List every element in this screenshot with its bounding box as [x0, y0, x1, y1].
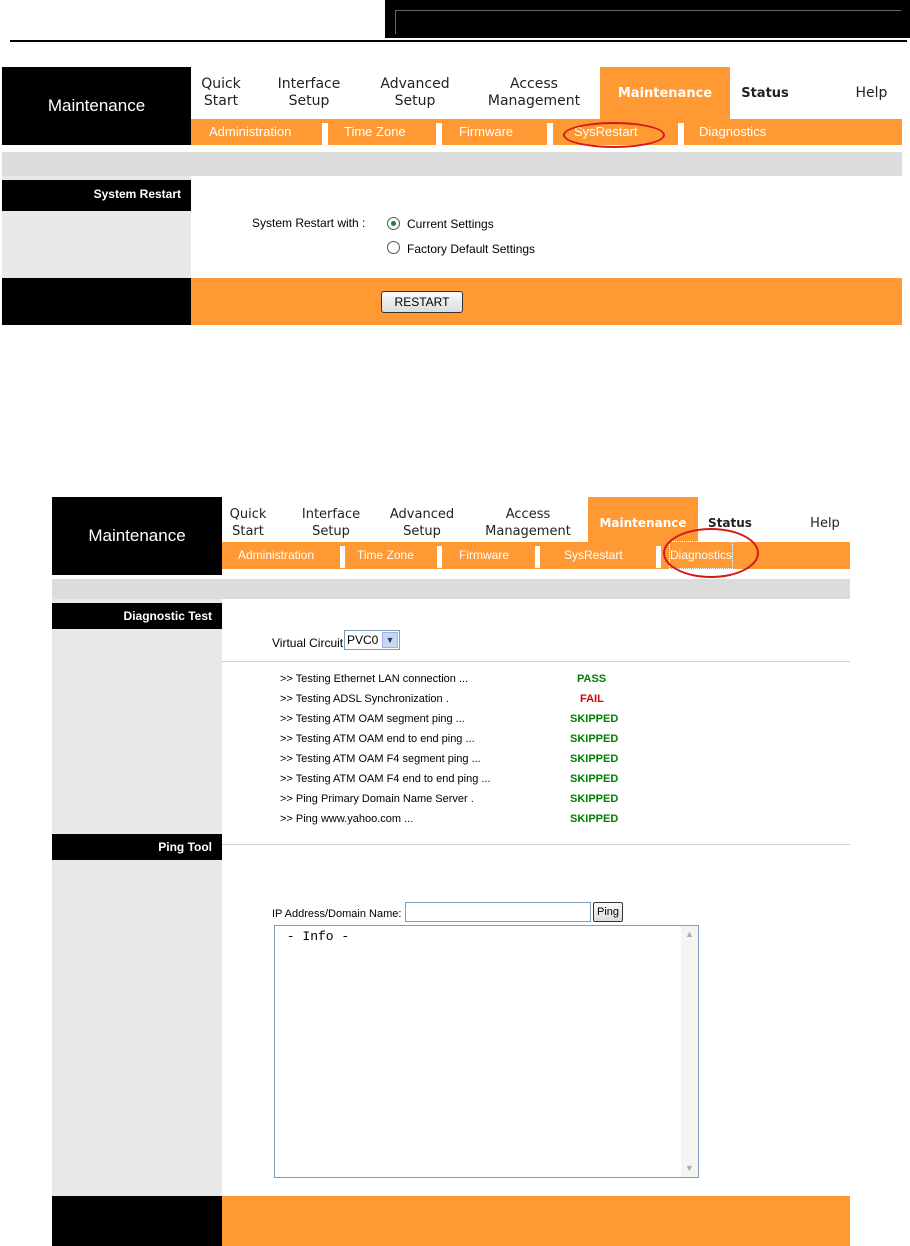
virtual-circuit-value: PVC0	[347, 633, 379, 647]
test-name: >> Testing Ethernet LAN connection ...	[280, 673, 469, 685]
subnav-diagnostics[interactable]: Diagnostics	[699, 119, 766, 145]
test-name: >> Ping www.yahoo.com ...	[280, 813, 414, 825]
nav-interface-setup[interactable]: Interface Setup	[269, 67, 349, 119]
subnav-time-zone[interactable]: Time Zone	[344, 119, 406, 145]
test-result: SKIPPED	[570, 793, 619, 805]
divider	[222, 661, 850, 662]
test-result: SKIPPED	[570, 813, 619, 825]
nav-help[interactable]: Help	[841, 67, 902, 119]
test-result: FAIL	[580, 693, 604, 705]
option-current-settings: Current Settings	[407, 217, 494, 231]
main-nav: Quick Start Interface Setup Advanced Setup …	[191, 67, 902, 119]
virtual-circuit-select[interactable]: PVC0 ▼	[344, 630, 400, 650]
divider	[222, 844, 850, 845]
brand-title: Maintenance	[52, 497, 222, 575]
nav-label: Interface	[277, 76, 341, 92]
subnav-separator	[322, 123, 328, 145]
highlight-circle	[663, 528, 759, 578]
nav-label: Management	[485, 524, 571, 539]
restart-with-label: System Restart with :	[252, 216, 366, 230]
scroll-down-icon[interactable]: ▼	[681, 1160, 698, 1177]
footer-right	[191, 278, 902, 325]
ping-info-textarea[interactable]: - Info - ▲ ▼	[274, 925, 699, 1178]
nav-label: Quick	[201, 76, 241, 92]
ping-button[interactable]: Ping	[593, 902, 623, 922]
restart-screen: Maintenance Quick Start Interface Setup Ad…	[2, 67, 902, 325]
test-result: SKIPPED	[570, 753, 619, 765]
subnav-administration[interactable]: Administration	[209, 119, 291, 145]
nav-advanced-setup[interactable]: Advanced Setup	[369, 67, 461, 119]
scroll-up-icon[interactable]: ▲	[681, 926, 698, 943]
info-text: - Info -	[279, 929, 350, 944]
test-result: SKIPPED	[570, 713, 619, 725]
section-label-diagnostic-test: Diagnostic Test	[52, 603, 222, 629]
nav-label: Advanced	[389, 507, 455, 522]
radio-current-settings[interactable]	[387, 217, 400, 230]
section-label-ping-tool: Ping Tool	[52, 834, 222, 860]
radio-selected-dot	[391, 221, 396, 226]
test-name: >> Testing ATM OAM end to end ping ...	[280, 733, 475, 745]
nav-label: Interface	[301, 507, 361, 522]
subnav-separator	[678, 123, 684, 145]
footer-left	[52, 1196, 222, 1246]
subnav-firmware[interactable]: Firmware	[459, 119, 513, 145]
test-result: PASS	[577, 673, 607, 685]
scrollbar[interactable]: ▲ ▼	[681, 926, 698, 1177]
chevron-down-icon[interactable]: ▼	[382, 632, 398, 648]
document-header-rule	[10, 40, 907, 42]
option-factory-default: Factory Default Settings	[407, 242, 536, 256]
diagnostics-screen: Maintenance Quick Start Interface Setup Ad…	[52, 497, 850, 1246]
test-result: SKIPPED	[570, 773, 619, 785]
nav-label: Management	[487, 93, 581, 109]
subnav-separator	[535, 546, 540, 568]
subnav-separator	[437, 546, 442, 568]
nav-maintenance[interactable]: Maintenance	[600, 67, 730, 119]
subnav-separator	[656, 546, 661, 568]
gray-strip	[2, 152, 902, 176]
subnav-administration[interactable]: Administration	[238, 542, 314, 568]
document-header-bar	[385, 0, 910, 38]
nav-label: Advanced	[380, 76, 450, 92]
test-name: >> Testing ATM OAM segment ping ...	[280, 713, 465, 725]
nav-label: Quick	[229, 507, 267, 522]
brand-title: Maintenance	[2, 67, 191, 145]
section-label-system-restart: System Restart	[2, 180, 191, 211]
nav-label: Start	[203, 93, 239, 109]
test-name: >> Testing ATM OAM F4 segment ping ...	[280, 753, 481, 765]
gray-strip	[52, 579, 850, 599]
subnav-separator	[340, 546, 345, 568]
nav-label: Access	[510, 76, 558, 92]
nav-label: Setup	[403, 524, 441, 539]
side-column	[52, 599, 222, 1196]
footer-left	[2, 278, 191, 325]
subnav-sysrestart[interactable]: SysRestart	[564, 542, 623, 568]
subnav-firmware[interactable]: Firmware	[459, 542, 509, 568]
nav-quick-start[interactable]: Quick Start	[191, 67, 251, 119]
highlight-circle	[563, 122, 665, 148]
subnav-separator	[436, 123, 442, 145]
nav-label: Setup	[394, 93, 436, 109]
radio-factory-default[interactable]	[387, 241, 400, 254]
subnav-time-zone[interactable]: Time Zone	[357, 542, 414, 568]
test-name: >> Ping Primary Domain Name Server .	[280, 793, 474, 805]
virtual-circuit-label: Virtual Circuit:	[272, 636, 347, 650]
nav-label: Setup	[312, 524, 350, 539]
sub-nav: Administration Time Zone Firmware SysRes…	[191, 119, 902, 145]
ip-address-input[interactable]	[405, 902, 591, 922]
test-name: >> Testing ADSL Synchronization .	[280, 693, 449, 705]
test-name: >> Testing ATM OAM F4 end to end ping ..…	[280, 773, 491, 785]
ip-address-label: IP Address/Domain Name:	[272, 908, 402, 920]
nav-status[interactable]: Status	[730, 67, 800, 119]
nav-access-management[interactable]: Access Management	[479, 67, 589, 119]
footer-right	[222, 1196, 850, 1246]
nav-label: Start	[232, 524, 264, 539]
test-result: SKIPPED	[570, 733, 619, 745]
restart-button[interactable]: RESTART	[381, 291, 463, 313]
nav-label: Access	[505, 507, 551, 522]
subnav-separator	[547, 123, 553, 145]
nav-label: Setup	[288, 93, 330, 109]
